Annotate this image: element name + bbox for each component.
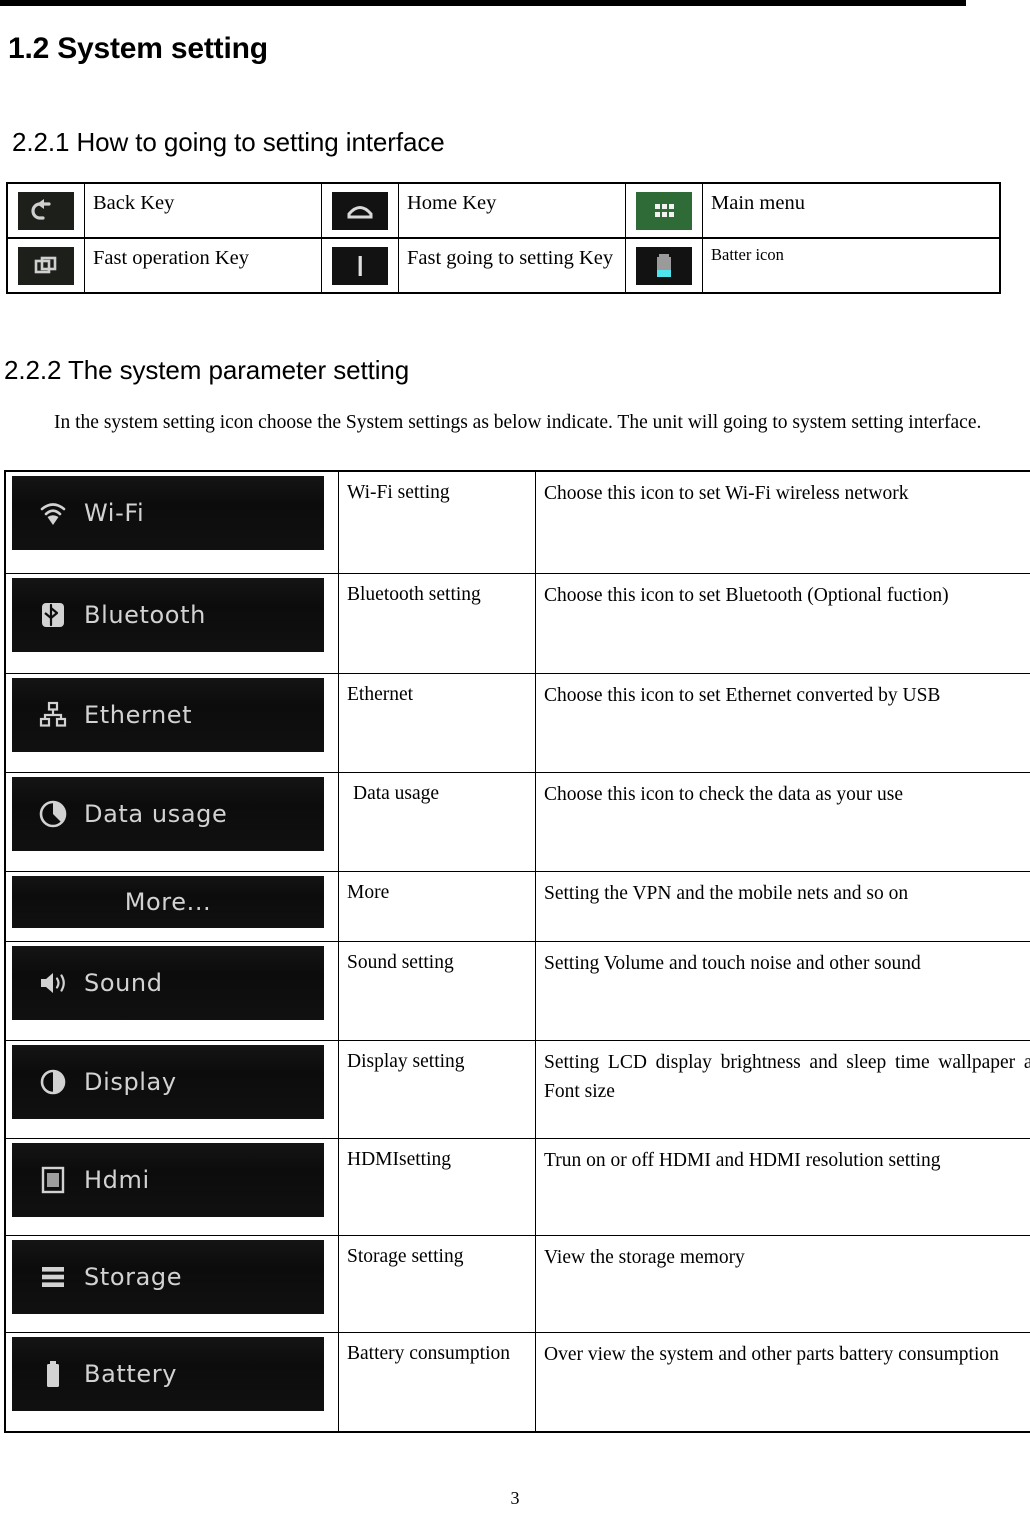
table-row: Battery Battery consumption Over view th…: [4, 1331, 1030, 1433]
display-menu-image: Display: [12, 1044, 324, 1119]
battery-menu-label: Battery: [84, 1359, 178, 1388]
battery-setting-name: Battery consumption: [338, 1331, 536, 1433]
more-setting-name: More: [338, 870, 536, 942]
bluetooth-menu-image-cell: Bluetooth: [4, 572, 339, 674]
table-row: Display Display setting Setting LCD disp…: [4, 1039, 1030, 1139]
sound-setting-name: Sound setting: [338, 940, 536, 1041]
section-heading-222: 2.2.2 The system parameter setting: [4, 355, 410, 385]
data-usage-menu-label: Data usage: [84, 799, 228, 828]
table-row: Data usage Data usage Choose this icon t…: [4, 771, 1030, 872]
hdmi-setting-description: Trun on or off HDMI and HDMI resolution …: [535, 1137, 1030, 1236]
table-row: More... More Setting the VPN and the mob…: [4, 870, 1030, 942]
storage-menu-image: Storage: [12, 1239, 324, 1314]
data-usage-setting-description: Choose this icon to check the data as yo…: [535, 771, 1030, 872]
fast-operation-key-icon: [18, 246, 74, 285]
battery-menu-image: Battery: [12, 1336, 324, 1411]
ethernet-menu-image: Ethernet: [12, 677, 324, 752]
hdmi-menu-label: Hdmi: [84, 1165, 150, 1194]
fast-operation-key-icon-cell: [6, 237, 85, 294]
display-setting-name: Display setting: [338, 1039, 536, 1139]
table-row: Bluetooth Bluetooth setting Choose this …: [4, 572, 1030, 674]
battery-icon-label: Batter icon: [702, 237, 1001, 294]
home-key-label: Home Key: [398, 182, 626, 239]
storage-icon: [42, 1266, 64, 1287]
table-row: Fast operation Key Fast going to setting…: [6, 237, 1001, 294]
section-heading-221: 2.2.1 How to going to setting interface: [12, 127, 445, 157]
wifi-menu-image: Wi-Fi: [12, 476, 324, 550]
page-number: 3: [510, 1488, 520, 1508]
battery-icon: [636, 246, 692, 285]
wifi-setting-name: Wi-Fi setting: [338, 470, 536, 574]
data-usage-icon: [39, 800, 67, 827]
home-key-icon: [332, 191, 388, 230]
fast-setting-key-icon: [332, 246, 388, 285]
display-menu-label: Display: [84, 1067, 177, 1096]
more-menu-image: More...: [12, 875, 324, 928]
data-usage-menu-image: Data usage: [12, 776, 324, 851]
page-title: 1.2 System setting: [8, 32, 268, 65]
data-usage-setting-name: Data usage: [338, 771, 536, 872]
table-row: Wi-Fi Wi-Fi setting Choose this icon to …: [4, 470, 1030, 574]
battery-icon-cell: [625, 237, 703, 294]
top-page-rule: [0, 0, 966, 6]
fast-setting-key-icon-cell: [321, 237, 399, 294]
bluetooth-menu-image: Bluetooth: [12, 577, 324, 652]
wifi-setting-description: Choose this icon to set Wi-Fi wireless n…: [535, 470, 1030, 574]
battery-list-icon: [47, 1360, 59, 1387]
display-menu-image-cell: Display: [4, 1039, 339, 1139]
sound-icon: [41, 972, 65, 993]
back-key-icon: [18, 191, 74, 230]
storage-menu-image-cell: Storage: [4, 1234, 339, 1333]
bluetooth-icon: [42, 602, 64, 627]
bluetooth-setting-description: Choose this icon to set Bluetooth (Optio…: [535, 572, 1030, 674]
ethernet-setting-name: Ethernet: [338, 672, 536, 773]
system-settings-table: Wi-Fi Wi-Fi setting Choose this icon to …: [4, 470, 1030, 1433]
fast-operation-key-label: Fast operation Key: [84, 237, 322, 294]
battery-setting-description: Over view the system and other parts bat…: [535, 1331, 1030, 1433]
sound-setting-description: Setting Volume and touch noise and other…: [535, 940, 1030, 1041]
intro-paragraph: In the system setting icon choose the Sy…: [54, 412, 982, 433]
main-menu-icon: [636, 191, 692, 230]
storage-setting-description: View the storage memory: [535, 1234, 1030, 1333]
sound-menu-image-cell: Sound: [4, 940, 339, 1041]
display-setting-description: Setting LCD display brightness and sleep…: [535, 1039, 1030, 1139]
storage-menu-label: Storage: [84, 1262, 183, 1291]
ethernet-menu-label: Ethernet: [84, 700, 193, 729]
wifi-menu-image-cell: Wi-Fi: [4, 470, 339, 574]
table-row: Ethernet Ethernet Choose this icon to se…: [4, 672, 1030, 773]
main-menu-label: Main menu: [702, 182, 1001, 239]
home-key-icon-cell: [321, 182, 399, 239]
table-row: Hdmi HDMIsetting Trun on or off HDMI and…: [4, 1137, 1030, 1236]
main-menu-icon-cell: [625, 182, 703, 239]
back-key-icon-cell: [6, 182, 85, 239]
navigation-keys-table: Back Key Home Key Main menu Fast operati…: [6, 182, 1001, 294]
sound-menu-image: Sound: [12, 945, 324, 1020]
table-row: Back Key Home Key Main menu: [6, 182, 1001, 239]
display-icon: [40, 1069, 66, 1094]
more-setting-description: Setting the VPN and the mobile nets and …: [535, 870, 1030, 942]
battery-menu-image-cell: Battery: [4, 1331, 339, 1433]
wifi-menu-label: Wi-Fi: [84, 499, 145, 527]
bluetooth-setting-name: Bluetooth setting: [338, 572, 536, 674]
wifi-icon: [40, 503, 66, 525]
storage-setting-name: Storage setting: [338, 1234, 536, 1333]
ethernet-menu-image-cell: Ethernet: [4, 672, 339, 773]
bluetooth-menu-label: Bluetooth: [84, 600, 206, 629]
sound-menu-label: Sound: [84, 968, 163, 997]
data-usage-menu-image-cell: Data usage: [4, 771, 339, 872]
more-menu-label: More...: [124, 887, 212, 916]
back-key-label: Back Key: [84, 182, 322, 239]
ethernet-icon: [39, 701, 67, 727]
table-row: Sound Sound setting Setting Volume and t…: [4, 940, 1030, 1041]
hdmi-icon: [41, 1166, 65, 1193]
fast-setting-key-label: Fast going to setting Key: [398, 237, 626, 294]
more-menu-image-cell: More...: [4, 870, 339, 942]
hdmi-menu-image: Hdmi: [12, 1142, 324, 1217]
ethernet-setting-description: Choose this icon to set Ethernet convert…: [535, 672, 1030, 773]
hdmi-setting-name: HDMIsetting: [338, 1137, 536, 1236]
table-row: Storage Storage setting View the storage…: [4, 1234, 1030, 1333]
hdmi-menu-image-cell: Hdmi: [4, 1137, 339, 1236]
